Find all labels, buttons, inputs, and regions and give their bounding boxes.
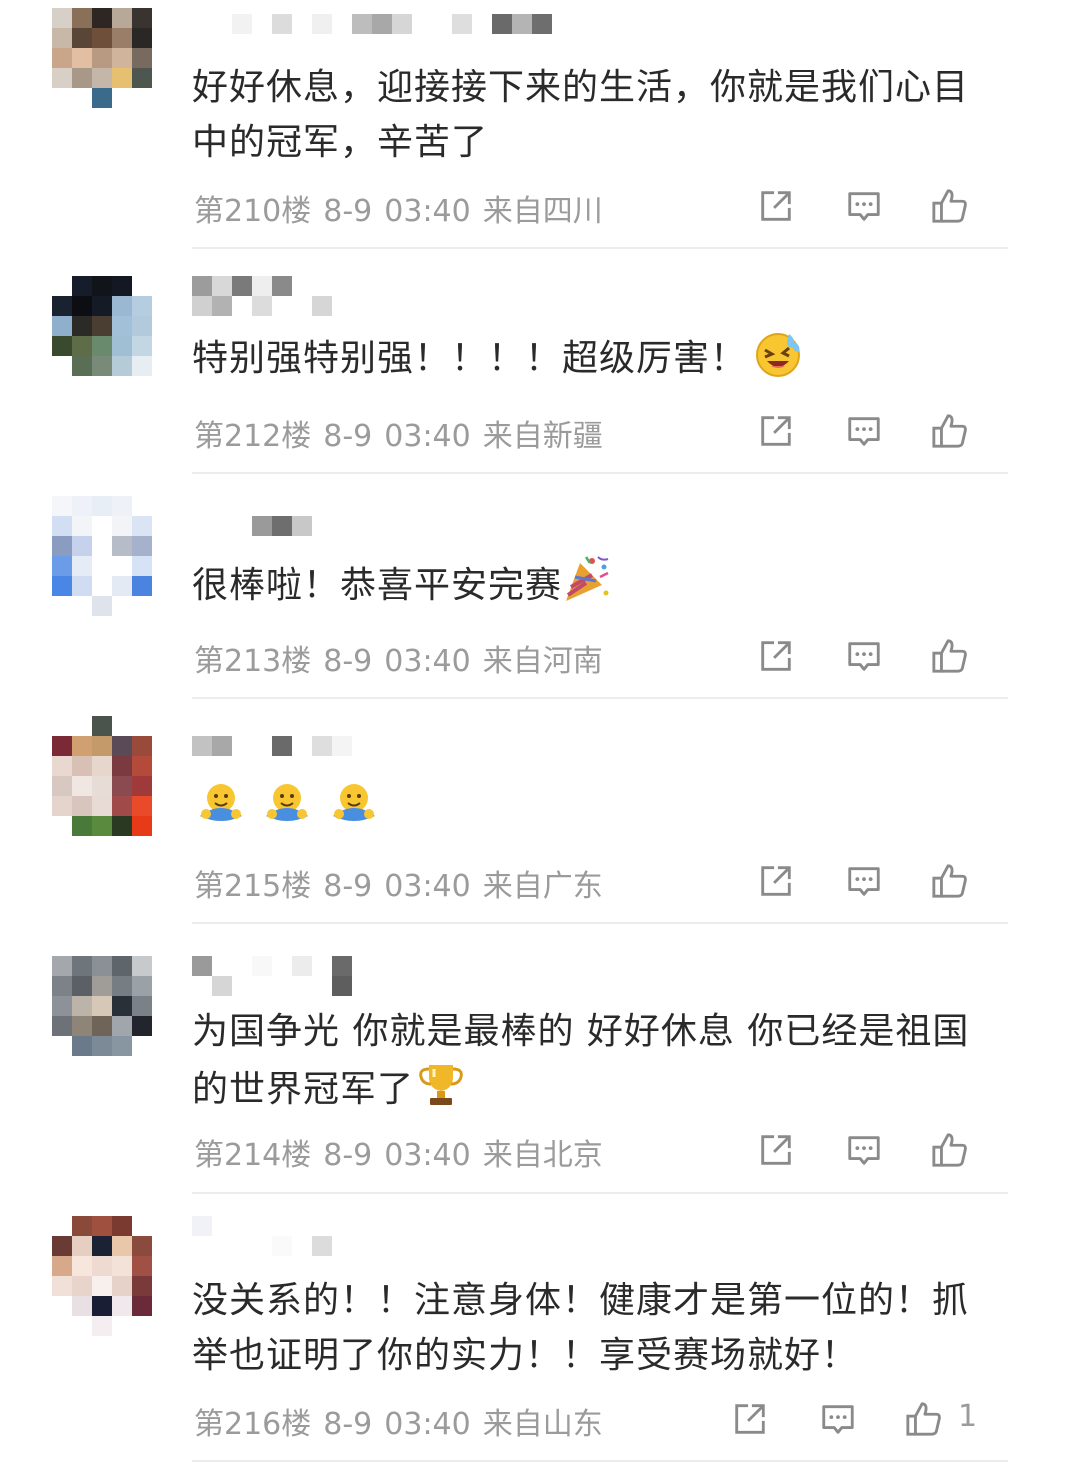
avatar[interactable] bbox=[52, 8, 152, 108]
divider bbox=[192, 247, 1008, 249]
thumbs-up-icon[interactable] bbox=[930, 1128, 970, 1172]
comment-icon[interactable] bbox=[844, 184, 884, 228]
comment-time: 03:40 bbox=[384, 1407, 471, 1442]
comment-icon[interactable] bbox=[844, 634, 884, 678]
share-icon[interactable] bbox=[756, 184, 796, 228]
comment-icon[interactable] bbox=[844, 1128, 884, 1172]
thumbs-up-icon[interactable] bbox=[930, 634, 970, 678]
comment-location: 来自四川 bbox=[482, 194, 603, 229]
comment-icon[interactable] bbox=[818, 1397, 858, 1441]
comment-location: 来自北京 bbox=[482, 1138, 603, 1173]
avatar[interactable] bbox=[52, 496, 152, 616]
username[interactable] bbox=[192, 276, 352, 316]
divider bbox=[192, 922, 1008, 924]
comment-actions bbox=[756, 184, 1006, 228]
username[interactable] bbox=[192, 736, 352, 776]
comment-meta: 第213楼 8-9 03:40 来自河南 bbox=[194, 636, 615, 680]
comment-text: 很棒啦！恭喜平安完赛 bbox=[192, 553, 992, 621]
floor-number: 第212楼 bbox=[194, 419, 312, 454]
avatar[interactable] bbox=[52, 1216, 152, 1336]
comment-location: 来自广东 bbox=[482, 869, 603, 904]
divider bbox=[192, 472, 1008, 474]
divider bbox=[192, 697, 1008, 699]
hug-emoji bbox=[196, 778, 246, 842]
comment-text: 为国争光 你就是最棒的 好好休息 你已经是祖国的世界冠军了 bbox=[192, 1004, 992, 1125]
comment-date: 8-9 bbox=[323, 194, 373, 229]
comment-actions bbox=[756, 859, 1006, 903]
comment-date: 8-9 bbox=[323, 1407, 373, 1442]
comment-location: 来自河南 bbox=[482, 644, 603, 679]
comment-meta: 第216楼 8-9 03:40 来自山东 bbox=[194, 1399, 615, 1443]
username[interactable] bbox=[192, 14, 552, 54]
crying-laughing-emoji bbox=[753, 328, 803, 394]
comment-icon[interactable] bbox=[844, 859, 884, 903]
hug-emoji bbox=[329, 778, 379, 842]
comment-time: 03:40 bbox=[384, 194, 471, 229]
comment-time: 03:40 bbox=[384, 419, 471, 454]
thumbs-up-icon[interactable] bbox=[904, 1397, 944, 1441]
emoji-row bbox=[192, 778, 992, 833]
comment-time: 03:40 bbox=[384, 1138, 471, 1173]
comment-location: 来自山东 bbox=[482, 1407, 603, 1442]
comment-meta: 第212楼 8-9 03:40 来自新疆 bbox=[194, 411, 615, 455]
floor-number: 第214楼 bbox=[194, 1138, 312, 1173]
comment-meta: 第214楼 8-9 03:40 来自北京 bbox=[194, 1130, 615, 1174]
floor-number: 第215楼 bbox=[194, 869, 312, 904]
comment-actions bbox=[756, 409, 1006, 453]
hug-emoji bbox=[262, 778, 312, 842]
floor-number: 第216楼 bbox=[194, 1407, 312, 1442]
username[interactable] bbox=[192, 1216, 342, 1256]
thumbs-up-icon[interactable] bbox=[930, 184, 970, 228]
username[interactable] bbox=[192, 956, 362, 996]
comment-actions bbox=[756, 1128, 1006, 1172]
comment-text: 特别强特别强！！！！超级厉害！ bbox=[192, 328, 992, 394]
comment-icon[interactable] bbox=[844, 409, 884, 453]
comment-actions bbox=[756, 634, 1006, 678]
share-icon[interactable] bbox=[756, 409, 796, 453]
share-icon[interactable] bbox=[756, 634, 796, 678]
share-icon[interactable] bbox=[756, 1128, 796, 1172]
share-icon[interactable] bbox=[730, 1397, 770, 1441]
floor-number: 第210楼 bbox=[194, 194, 312, 229]
avatar[interactable] bbox=[52, 276, 152, 376]
comment-date: 8-9 bbox=[323, 644, 373, 679]
comment-location: 来自新疆 bbox=[482, 419, 603, 454]
trophy-emoji bbox=[416, 1059, 466, 1125]
divider bbox=[192, 1192, 1008, 1194]
comment-meta: 第210楼 8-9 03:40 来自四川 bbox=[194, 186, 615, 230]
avatar[interactable] bbox=[52, 716, 152, 836]
thumbs-up-icon[interactable] bbox=[930, 859, 970, 903]
like-count: 1 bbox=[958, 1399, 978, 1434]
comment-time: 03:40 bbox=[384, 869, 471, 904]
comment-date: 8-9 bbox=[323, 869, 373, 904]
comment-text: 好好休息，迎接接下来的生活，你就是我们心目中的冠军，辛苦了 bbox=[192, 67, 970, 163]
thumbs-up-icon[interactable] bbox=[930, 409, 970, 453]
floor-number: 第213楼 bbox=[194, 644, 312, 679]
username[interactable] bbox=[192, 516, 332, 556]
comment-date: 8-9 bbox=[323, 419, 373, 454]
party-popper-emoji bbox=[562, 553, 612, 621]
comment-date: 8-9 bbox=[323, 1138, 373, 1173]
comment-text: 没关系的！！注意身体！健康才是第一位的！抓举也证明了你的实力！！享受赛场就好！ bbox=[192, 1280, 970, 1376]
comment-actions: 1 bbox=[730, 1397, 980, 1441]
comment-meta: 第215楼 8-9 03:40 来自广东 bbox=[194, 861, 615, 905]
avatar[interactable] bbox=[52, 956, 152, 1056]
comment-time: 03:40 bbox=[384, 644, 471, 679]
share-icon[interactable] bbox=[756, 859, 796, 903]
